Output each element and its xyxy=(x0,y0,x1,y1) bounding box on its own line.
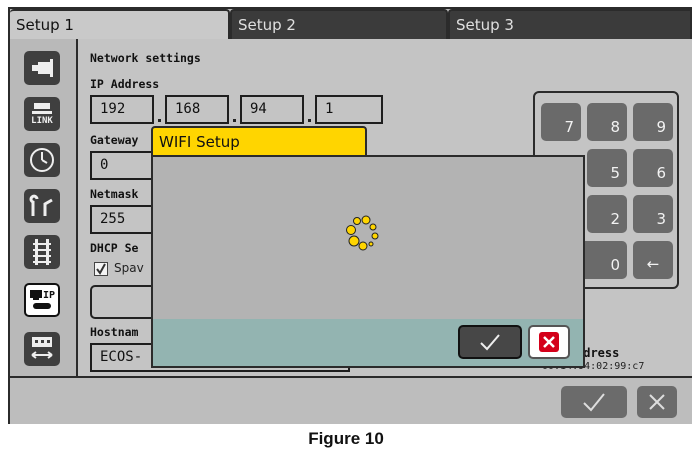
clock-icon xyxy=(30,148,54,172)
netmask-label: Netmask xyxy=(90,187,139,201)
dialog-cancel-button[interactable] xyxy=(528,325,570,359)
ip-address-label: IP Address xyxy=(90,77,160,91)
loading-spinner-icon xyxy=(346,215,379,251)
link-icon xyxy=(32,103,52,114)
key-2[interactable]: 2 xyxy=(587,195,627,233)
dialog-title: WIFI Setup xyxy=(151,126,367,157)
sidebar: LINK IP xyxy=(20,51,68,375)
dhcp-checkbox-label: Spav xyxy=(114,261,144,275)
check-icon xyxy=(96,263,106,275)
dhcp-checkbox[interactable] xyxy=(94,262,108,276)
close-icon xyxy=(649,394,665,410)
ip-octet-4-field[interactable]: 1 xyxy=(315,95,383,124)
key-8[interactable]: 8 xyxy=(587,103,627,141)
train-wagon-icon xyxy=(31,337,53,359)
sidebar-item-link[interactable]: LINK xyxy=(24,97,60,131)
sidebar-item-track[interactable] xyxy=(24,235,60,269)
check-icon xyxy=(583,393,605,412)
sidebar-item-network[interactable]: IP xyxy=(24,283,60,317)
ecos-screen: Setup 1 Setup 2 Setup 3 LINK IP Network … xyxy=(8,7,692,424)
key-6[interactable]: 6 xyxy=(633,149,673,187)
check-icon xyxy=(480,334,500,351)
key-3[interactable]: 3 xyxy=(633,195,673,233)
tab-setup-1[interactable]: Setup 1 xyxy=(10,9,230,39)
key-5[interactable]: 5 xyxy=(587,149,627,187)
tab-setup-2[interactable]: Setup 2 xyxy=(230,9,448,39)
sidebar-item-locomotive[interactable] xyxy=(24,51,60,85)
sidebar-item-wagon[interactable] xyxy=(24,332,60,366)
locomotive-icon xyxy=(32,59,53,77)
cancel-button[interactable] xyxy=(637,386,677,418)
sidebar-item-label: IP xyxy=(42,289,56,301)
dialog-footer xyxy=(151,319,585,368)
turnout-icon xyxy=(29,194,53,216)
backspace-key[interactable]: ← xyxy=(633,241,673,279)
ip-octet-1-field[interactable]: 192 xyxy=(90,95,154,124)
tab-setup-3[interactable]: Setup 3 xyxy=(448,9,692,39)
sidebar-item-clock[interactable] xyxy=(24,143,60,177)
netmask-octet-1-field[interactable]: 255 xyxy=(90,205,154,234)
sidebar-item-label: LINK xyxy=(31,116,53,126)
dhcp-label: DHCP Se xyxy=(90,241,139,255)
key-9[interactable]: 9 xyxy=(633,103,673,141)
gateway-label: Gateway xyxy=(90,133,139,147)
section-title: Network settings xyxy=(90,51,201,65)
wifi-setup-dialog: WIFI Setup xyxy=(151,126,585,368)
sidebar-item-turnout[interactable] xyxy=(24,189,60,223)
gateway-octet-1-field[interactable]: 0 xyxy=(90,151,154,180)
hostname-label: Hostnam xyxy=(90,325,139,339)
tab-label: Setup 2 xyxy=(238,16,296,34)
dialog-body xyxy=(151,155,585,321)
tab-label: Setup 3 xyxy=(456,16,514,34)
network-ip-icon xyxy=(29,290,42,300)
dialog-ok-button[interactable] xyxy=(458,325,522,359)
track-icon xyxy=(33,239,51,265)
tab-label: Setup 1 xyxy=(16,16,74,34)
ip-octet-2-field[interactable]: 168 xyxy=(165,95,229,124)
figure-caption: Figure 10 xyxy=(0,424,692,456)
close-icon xyxy=(539,332,559,352)
ip-octet-3-field[interactable]: 94 xyxy=(240,95,304,124)
confirm-button[interactable] xyxy=(561,386,627,418)
bottom-bar xyxy=(10,376,692,424)
